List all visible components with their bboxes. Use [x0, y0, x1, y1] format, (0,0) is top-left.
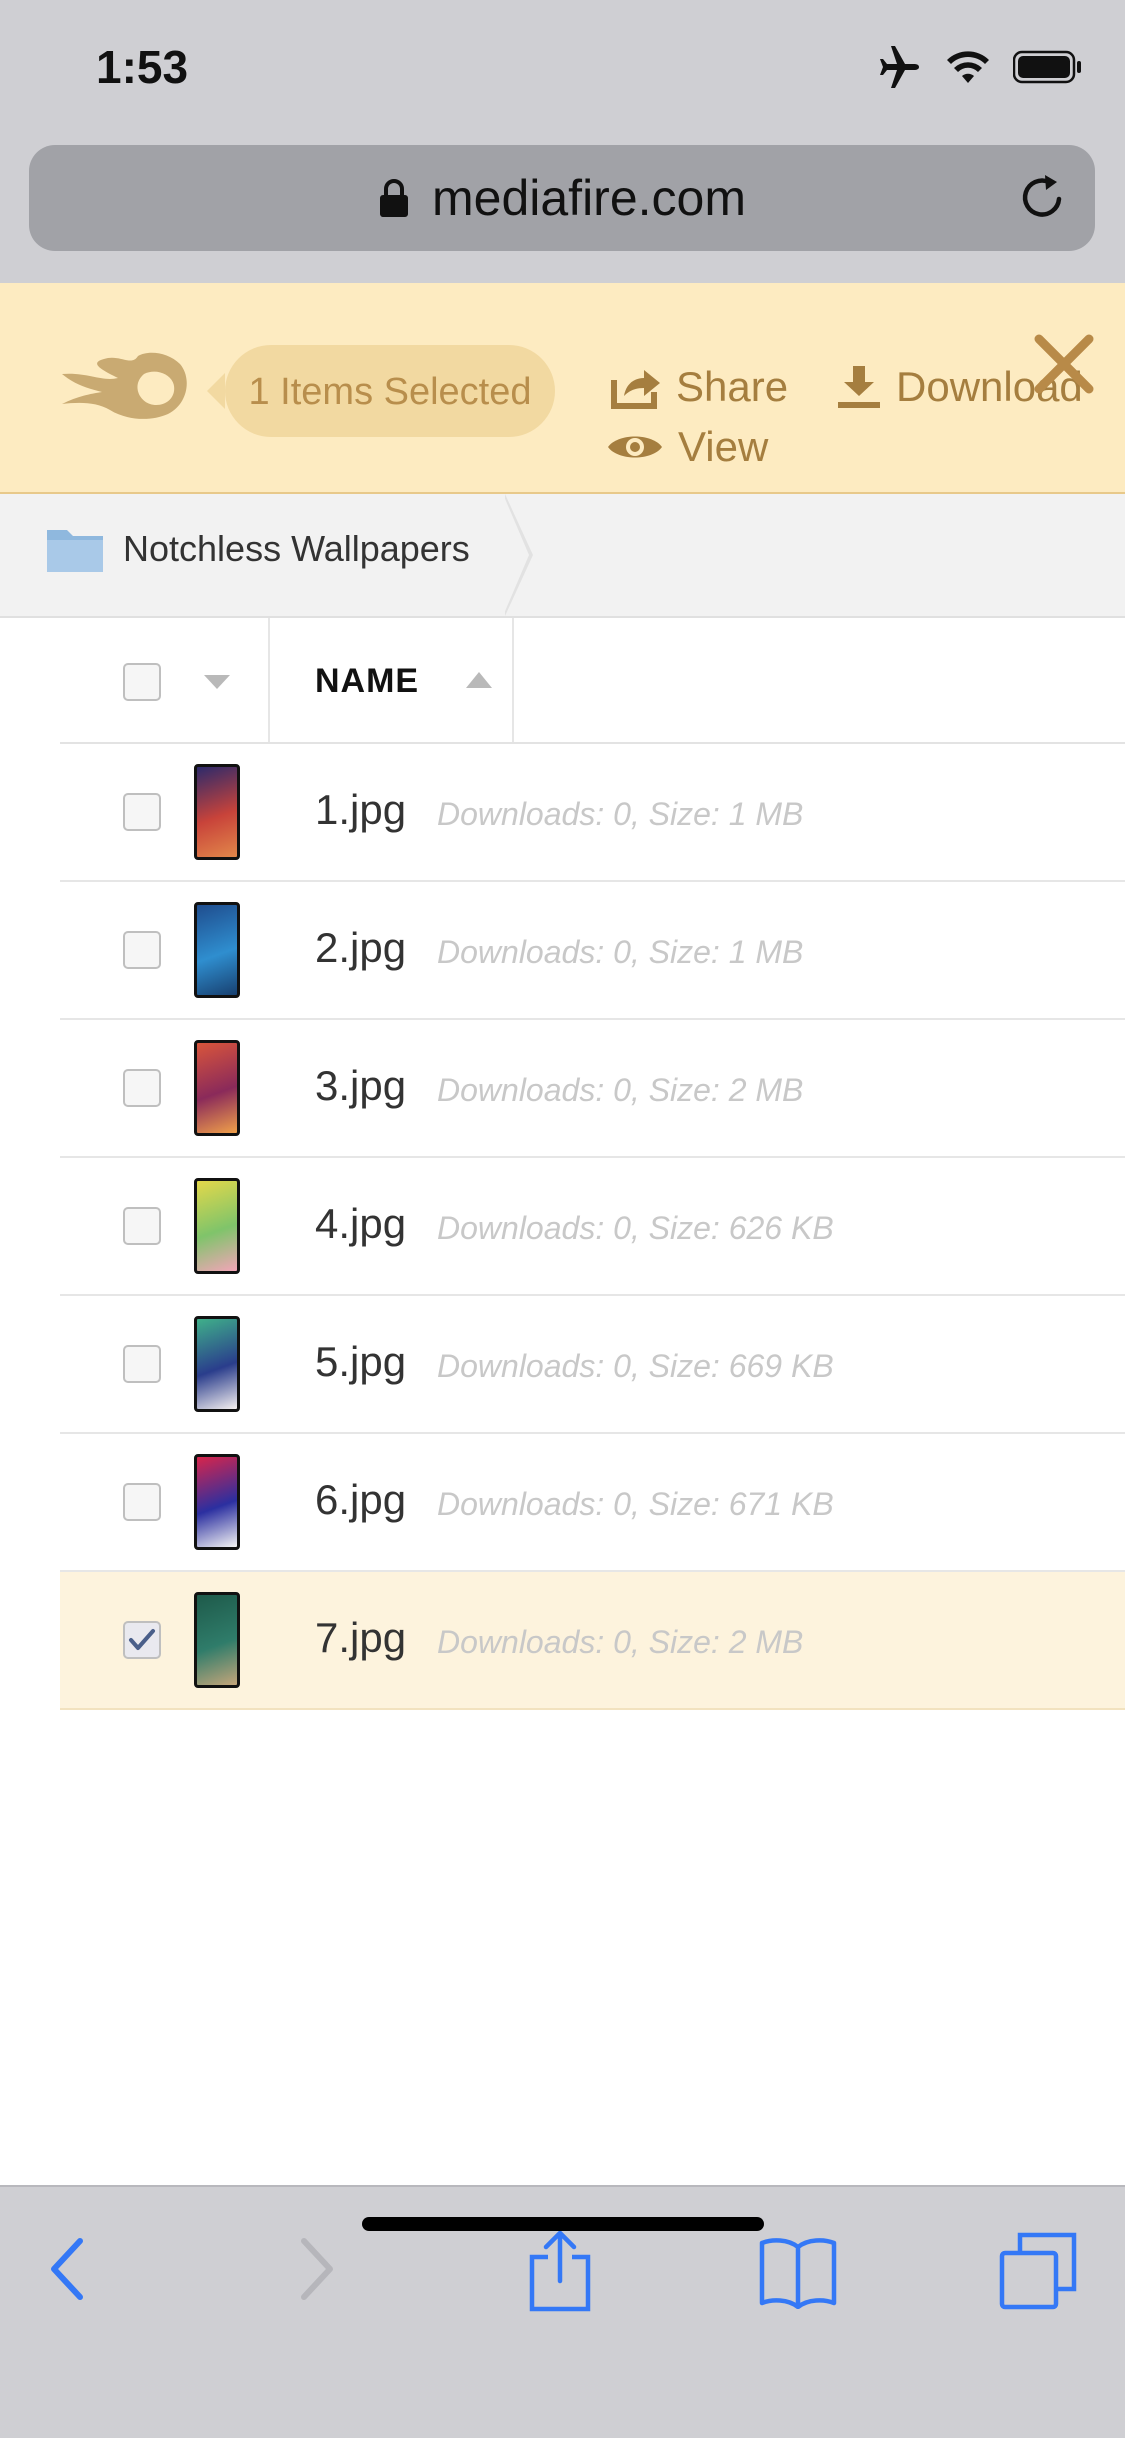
- chevron-down-icon[interactable]: [202, 673, 232, 691]
- table-row[interactable]: 7.jpg Downloads: 0, Size: 2 MB: [60, 1572, 1125, 1710]
- eye-icon: [608, 436, 662, 458]
- table-row[interactable]: 5.jpg Downloads: 0, Size: 669 KB: [60, 1296, 1125, 1434]
- file-meta: Downloads: 0, Size: 2 MB: [437, 1624, 804, 1660]
- selected-count-badge: 1 Items Selected: [207, 345, 555, 437]
- status-icons: [877, 46, 1083, 88]
- file-thumbnail[interactable]: [194, 902, 240, 998]
- file-meta: Downloads: 0, Size: 1 MB: [437, 796, 804, 832]
- tabs-icon[interactable]: [998, 2231, 1078, 2311]
- back-icon[interactable]: [46, 2237, 86, 2301]
- browser-chrome: 1:53 mediafire.com: [0, 0, 1125, 283]
- row-checkbox[interactable]: [123, 1483, 161, 1521]
- file-thumbnail[interactable]: [194, 1316, 240, 1412]
- airplane-icon: [880, 46, 919, 88]
- file-meta: Downloads: 0, Size: 669 KB: [437, 1348, 834, 1384]
- column-separator: [512, 618, 514, 742]
- column-separator: [268, 618, 270, 742]
- row-checkbox[interactable]: [123, 931, 161, 969]
- mediafire-logo-icon: [62, 352, 187, 419]
- selected-count-label: 1 Items Selected: [248, 371, 532, 413]
- file-thumbnail[interactable]: [194, 764, 240, 860]
- file-name[interactable]: 4.jpg: [315, 1200, 406, 1248]
- file-name[interactable]: 5.jpg: [315, 1338, 406, 1386]
- sort-ascending-icon[interactable]: [464, 670, 494, 690]
- lock-icon: [380, 179, 408, 217]
- share-sheet-icon[interactable]: [528, 2229, 592, 2313]
- row-checkbox[interactable]: [123, 793, 161, 831]
- url-text: mediafire.com: [432, 170, 746, 226]
- checkmark-icon: [129, 1629, 155, 1650]
- name-column-header[interactable]: NAME: [315, 662, 419, 701]
- file-meta: Downloads: 0, Size: 1 MB: [437, 934, 804, 970]
- file-thumbnail[interactable]: [194, 1454, 240, 1550]
- breadcrumb: Notchless Wallpapers: [0, 494, 1125, 618]
- status-time: 1:53: [96, 41, 189, 93]
- breadcrumb-separator-fill: [503, 494, 529, 616]
- table-header: NAME: [60, 618, 1125, 744]
- row-checkbox[interactable]: [123, 1069, 161, 1107]
- view-button[interactable]: View: [606, 423, 768, 471]
- breadcrumb-item-folder[interactable]: Notchless Wallpapers: [0, 494, 510, 616]
- file-thumbnail[interactable]: [194, 1178, 240, 1274]
- table-row[interactable]: 4.jpg Downloads: 0, Size: 626 KB: [60, 1158, 1125, 1296]
- file-meta: Downloads: 0, Size: 2 MB: [437, 1072, 804, 1108]
- file-meta: Downloads: 0, Size: 626 KB: [437, 1210, 834, 1246]
- table-row[interactable]: 1.jpg Downloads: 0, Size: 1 MB: [60, 744, 1125, 882]
- forward-icon[interactable]: [298, 2237, 338, 2301]
- file-name[interactable]: 2.jpg: [315, 924, 406, 972]
- row-checkbox[interactable]: [123, 1345, 161, 1383]
- folder-name: Notchless Wallpapers: [123, 528, 470, 569]
- close-icon[interactable]: [1033, 333, 1095, 395]
- download-icon: [838, 366, 880, 408]
- file-name[interactable]: 3.jpg: [315, 1062, 406, 1110]
- file-thumbnail[interactable]: [194, 1592, 240, 1688]
- folder-icon: [47, 530, 103, 572]
- file-thumbnail[interactable]: [194, 1040, 240, 1136]
- view-label: View: [678, 423, 769, 470]
- file-name[interactable]: 1.jpg: [315, 786, 406, 834]
- row-checkbox[interactable]: [123, 1621, 161, 1659]
- selection-toolbar: 1 Items Selected Share Download View: [0, 283, 1125, 494]
- file-name[interactable]: 7.jpg: [315, 1614, 406, 1662]
- share-button[interactable]: Share: [610, 363, 788, 411]
- share-label: Share: [676, 363, 789, 410]
- file-name[interactable]: 6.jpg: [315, 1476, 406, 1524]
- table-row[interactable]: 2.jpg Downloads: 0, Size: 1 MB: [60, 882, 1125, 1020]
- row-checkbox[interactable]: [123, 1207, 161, 1245]
- share-icon: [611, 370, 660, 409]
- wifi-icon: [947, 51, 989, 83]
- home-indicator: [362, 2217, 764, 2231]
- url-bar[interactable]: mediafire.com: [29, 145, 1095, 251]
- battery-icon: [1013, 50, 1081, 84]
- bookmarks-icon[interactable]: [758, 2235, 838, 2309]
- file-meta: Downloads: 0, Size: 671 KB: [437, 1486, 834, 1522]
- reload-icon[interactable]: [1015, 169, 1071, 225]
- table-row[interactable]: 6.jpg Downloads: 0, Size: 671 KB: [60, 1434, 1125, 1572]
- table-row[interactable]: 3.jpg Downloads: 0, Size: 2 MB: [60, 1020, 1125, 1158]
- select-all-checkbox[interactable]: [123, 663, 161, 701]
